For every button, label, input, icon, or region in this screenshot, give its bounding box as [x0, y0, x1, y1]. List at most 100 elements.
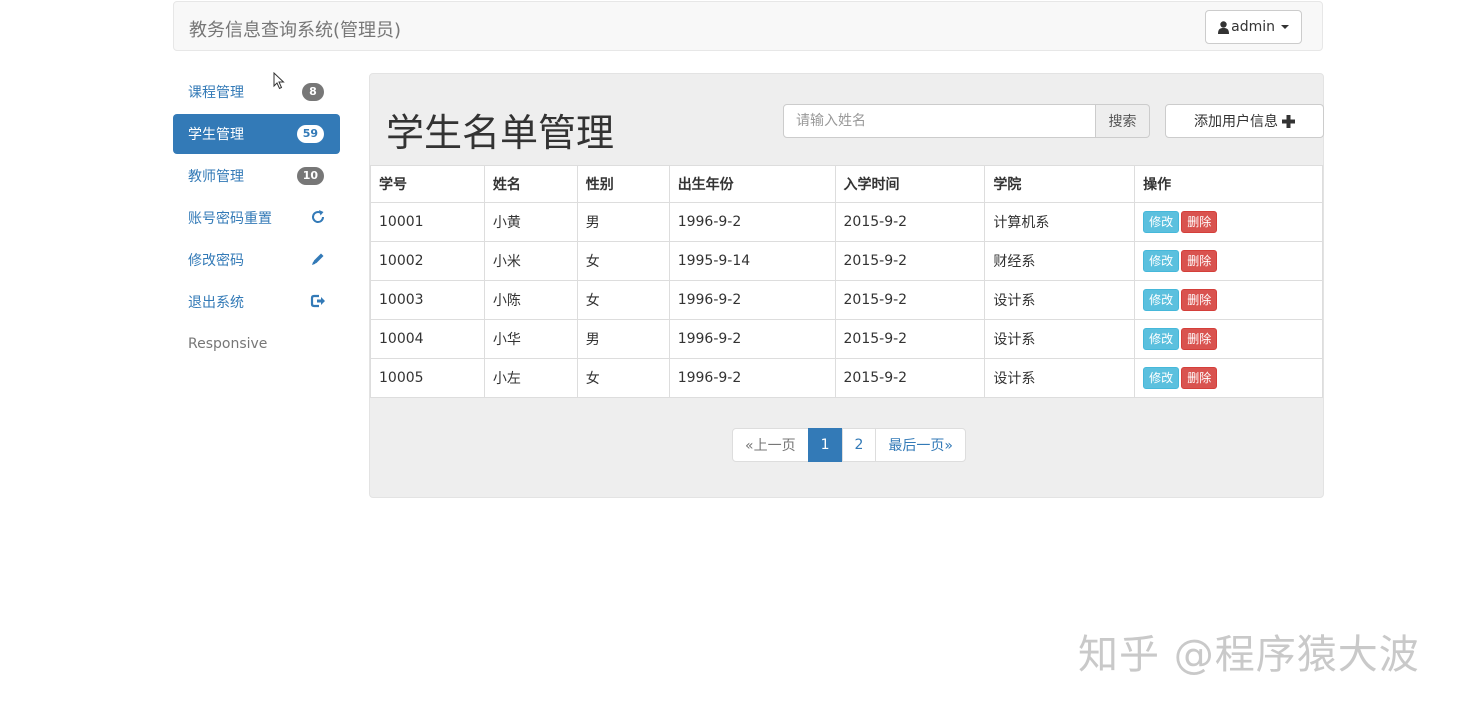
column-header: 学院	[984, 165, 1136, 203]
delete-button[interactable]: 删除	[1181, 289, 1218, 311]
cell-name: 小黄	[483, 202, 578, 242]
page-prev-link[interactable]: «上一页	[732, 428, 809, 462]
edit-button[interactable]: 修改	[1143, 289, 1180, 311]
count-badge: 8	[302, 83, 324, 101]
search-group: 搜索	[783, 104, 1150, 138]
sidebar-item-label: 账号密码重置	[188, 211, 272, 227]
cell-gender: 男	[576, 319, 670, 359]
cell-birth: 1996-9-2	[668, 319, 836, 359]
page-link-1[interactable]: 1	[807, 428, 843, 462]
cell-gender: 女	[576, 280, 670, 320]
mouse-cursor-icon	[273, 72, 285, 90]
sidebar-item-label: 退出系统	[188, 295, 244, 311]
add-user-label: 添加用户信息	[1194, 114, 1278, 130]
delete-button[interactable]: 删除	[1181, 211, 1218, 233]
add-user-button[interactable]: 添加用户信息	[1165, 104, 1324, 138]
sidebar-item-logout[interactable]: 退出系统	[173, 282, 340, 322]
column-header: 出生年份	[668, 165, 836, 203]
delete-button[interactable]: 删除	[1181, 328, 1218, 350]
delete-button[interactable]: 删除	[1181, 367, 1218, 389]
column-header: 入学时间	[834, 165, 986, 203]
cell-birth: 1995-9-14	[668, 241, 836, 281]
table-row: 10002 小米 女 1995-9-14 2015-9-2 财经系 修改 删除	[370, 241, 1323, 281]
edit-button[interactable]: 修改	[1143, 328, 1180, 350]
cell-student-id: 10005	[370, 358, 485, 398]
cell-college: 设计系	[984, 280, 1136, 320]
cell-enroll: 2015-9-2	[834, 241, 986, 281]
logout-icon	[310, 294, 325, 308]
cell-actions: 修改 删除	[1134, 280, 1323, 320]
table-row: 10004 小华 男 1996-9-2 2015-9-2 设计系 修改 删除	[370, 319, 1323, 359]
sidebar-item-teachers[interactable]: 教师管理 10	[173, 156, 340, 196]
cell-gender: 女	[576, 358, 670, 398]
plus-icon	[1282, 114, 1295, 128]
page-link-2[interactable]: 2	[841, 428, 877, 462]
cell-gender: 男	[576, 202, 670, 242]
sidebar-item-change-password[interactable]: 修改密码	[173, 240, 340, 280]
top-navbar: 教务信息查询系统(管理员) admin	[173, 1, 1323, 51]
cell-college: 财经系	[984, 241, 1136, 281]
search-input[interactable]	[783, 104, 1096, 138]
student-list-panel: 学生名单管理 搜索 添加用户信息 学号 姓名 性别 出生年份 入学时间 学院 操…	[369, 73, 1324, 498]
search-button[interactable]: 搜索	[1096, 104, 1150, 138]
cell-birth: 1996-9-2	[668, 280, 836, 320]
cell-name: 小左	[483, 358, 578, 398]
sidebar-item-responsive: Responsive	[173, 324, 340, 364]
sidebar-item-label: 课程管理	[188, 85, 244, 101]
cell-actions: 修改 删除	[1134, 358, 1323, 398]
cell-actions: 修改 删除	[1134, 202, 1323, 242]
sidebar-item-label: Responsive	[188, 336, 268, 352]
table-row: 10003 小陈 女 1996-9-2 2015-9-2 设计系 修改 删除	[370, 280, 1323, 320]
app-title[interactable]: 教务信息查询系统(管理员)	[189, 16, 401, 42]
cell-student-id: 10004	[370, 319, 485, 359]
cell-student-id: 10002	[370, 241, 485, 281]
cell-student-id: 10001	[370, 202, 485, 242]
cell-enroll: 2015-9-2	[834, 202, 986, 242]
column-header: 姓名	[483, 165, 578, 203]
cell-actions: 修改 删除	[1134, 319, 1323, 359]
count-badge: 10	[296, 167, 324, 185]
sidebar-item-label: 学生管理	[188, 127, 244, 143]
cell-actions: 修改 删除	[1134, 241, 1323, 281]
user-menu-button[interactable]: admin	[1205, 10, 1302, 44]
column-header: 性别	[576, 165, 670, 203]
sidebar-item-reset-password[interactable]: 账号密码重置	[173, 198, 340, 238]
chevron-down-icon	[1281, 25, 1289, 29]
table-row: 10001 小黄 男 1996-9-2 2015-9-2 计算机系 修改 删除	[370, 202, 1323, 242]
sidebar-item-label: 教师管理	[188, 169, 244, 185]
cell-enroll: 2015-9-2	[834, 280, 986, 320]
cell-birth: 1996-9-2	[668, 202, 836, 242]
count-badge: 59	[296, 125, 324, 143]
column-header: 学号	[370, 165, 485, 203]
user-icon	[1218, 20, 1230, 34]
cell-birth: 1996-9-2	[668, 358, 836, 398]
sidebar-item-courses[interactable]: 课程管理 8	[173, 72, 340, 112]
edit-button[interactable]: 修改	[1143, 211, 1180, 233]
cell-student-id: 10003	[370, 280, 485, 320]
table-row: 10005 小左 女 1996-9-2 2015-9-2 设计系 修改 删除	[370, 358, 1323, 398]
cell-enroll: 2015-9-2	[834, 319, 986, 359]
student-table: 学号 姓名 性别 出生年份 入学时间 学院 操作 10001 小黄 男 1996…	[370, 165, 1323, 398]
page-last-link[interactable]: 最后一页»	[875, 428, 966, 462]
user-name: admin	[1231, 19, 1275, 35]
cell-college: 设计系	[984, 358, 1136, 398]
column-header: 操作	[1134, 165, 1323, 203]
pagination: «上一页 1 2 最后一页»	[732, 428, 966, 462]
cell-enroll: 2015-9-2	[834, 358, 986, 398]
cell-name: 小米	[483, 241, 578, 281]
cell-name: 小华	[483, 319, 578, 359]
cell-gender: 女	[576, 241, 670, 281]
cell-college: 计算机系	[984, 202, 1136, 242]
sidebar-nav: 课程管理 8 学生管理 59 教师管理 10 账号密码重置 修改密码 退出系统 …	[173, 72, 340, 366]
page-title: 学生名单管理	[386, 111, 615, 155]
delete-button[interactable]: 删除	[1181, 250, 1218, 272]
edit-button[interactable]: 修改	[1143, 367, 1180, 389]
refresh-icon	[312, 210, 325, 223]
watermark-text: 知乎 @程序猿大波	[1078, 632, 1420, 678]
sidebar-item-students[interactable]: 学生管理 59	[173, 114, 340, 154]
table-header-row: 学号 姓名 性别 出生年份 入学时间 学院 操作	[370, 165, 1323, 203]
cell-college: 设计系	[984, 319, 1136, 359]
edit-button[interactable]: 修改	[1143, 250, 1180, 272]
cell-name: 小陈	[483, 280, 578, 320]
sidebar-item-label: 修改密码	[188, 253, 244, 269]
